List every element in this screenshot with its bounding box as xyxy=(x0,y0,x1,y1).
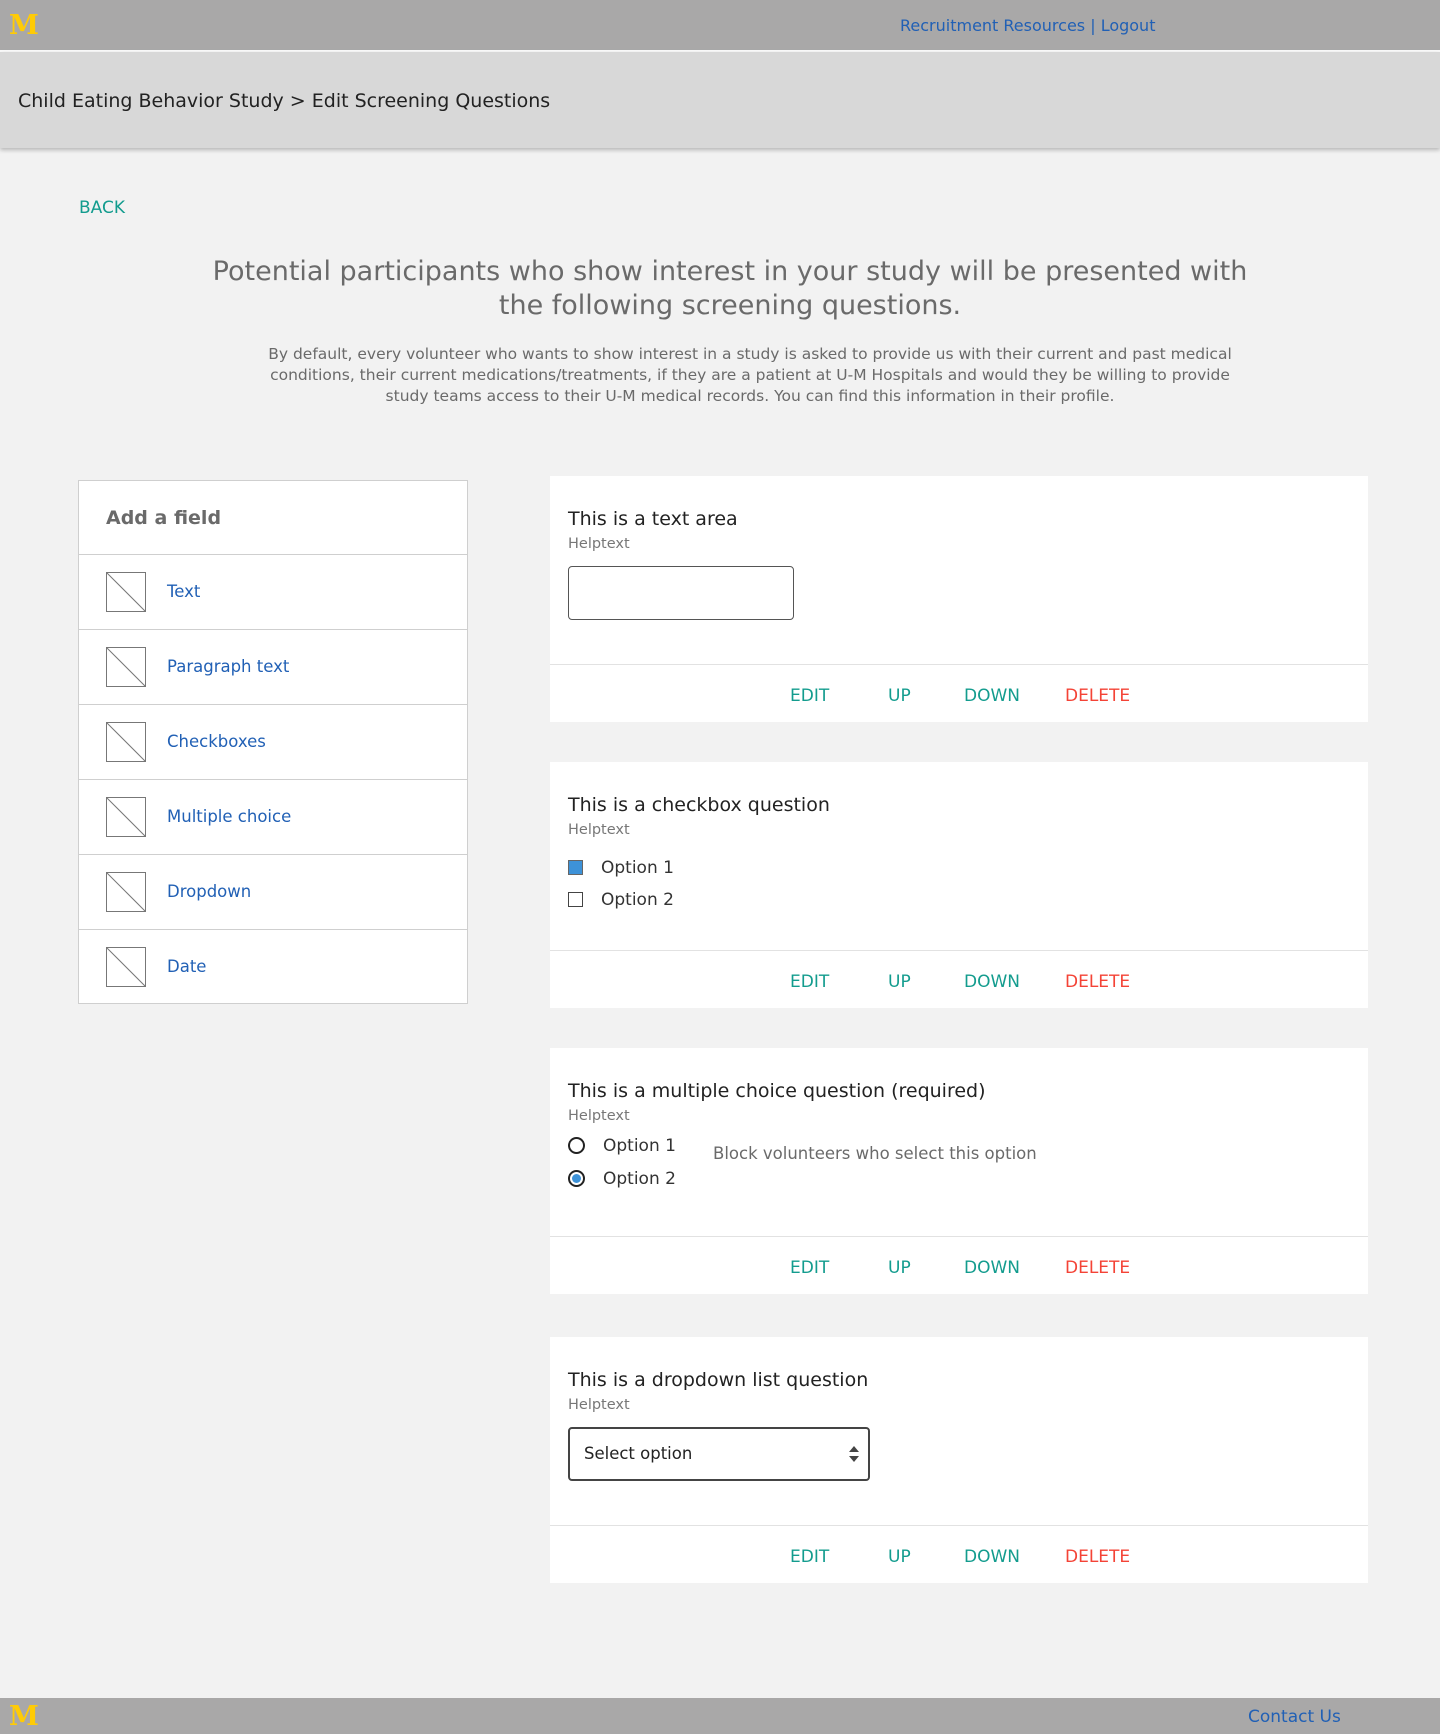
placeholder-image-icon xyxy=(106,647,146,687)
top-links: Recruitment Resources | Logout xyxy=(900,16,1155,35)
question-card-textarea: This is a text area Helptext EDIT UP DOW… xyxy=(550,476,1368,722)
radio-option-2[interactable]: Option 2 xyxy=(568,1169,676,1189)
select-value: Select option xyxy=(584,1444,693,1463)
delete-button[interactable]: DELETE xyxy=(1065,1258,1130,1278)
footer: M Contact Us xyxy=(0,1698,1440,1734)
block-volunteers-note: Block volunteers who select this option xyxy=(713,1144,1037,1163)
placeholder-image-icon xyxy=(106,947,146,987)
question-card-checkbox: This is a checkbox question Helptext Opt… xyxy=(550,762,1368,1008)
edit-button[interactable]: EDIT xyxy=(790,1258,829,1278)
question-helptext: Helptext xyxy=(568,536,630,552)
top-nav-bar: M Recruitment Resources | Logout xyxy=(0,0,1440,52)
move-down-button[interactable]: DOWN xyxy=(964,1258,1020,1278)
move-up-button[interactable]: UP xyxy=(888,1547,911,1567)
add-field-label: Paragraph text xyxy=(167,657,290,676)
link-separator: | xyxy=(1085,16,1101,35)
edit-button[interactable]: EDIT xyxy=(790,686,829,706)
radio-unselected[interactable] xyxy=(568,1137,585,1154)
question-card-dropdown: This is a dropdown list question Helptex… xyxy=(550,1337,1368,1583)
move-down-button[interactable]: DOWN xyxy=(964,972,1020,992)
add-field-dropdown[interactable]: Dropdown xyxy=(79,855,467,930)
delete-button[interactable]: DELETE xyxy=(1065,1547,1130,1567)
contact-us-link[interactable]: Contact Us xyxy=(1248,1707,1341,1727)
text-area-input[interactable] xyxy=(568,566,794,620)
logout-link[interactable]: Logout xyxy=(1101,16,1156,35)
option-label: Option 1 xyxy=(603,1136,676,1156)
add-field-label: Dropdown xyxy=(167,882,252,901)
add-field-label: Multiple choice xyxy=(167,807,292,826)
move-down-button[interactable]: DOWN xyxy=(964,1547,1020,1567)
question-helptext: Helptext xyxy=(568,1108,630,1124)
delete-button[interactable]: DELETE xyxy=(1065,972,1130,992)
add-field-date[interactable]: Date xyxy=(79,930,467,1005)
question-card-multiple-choice: This is a multiple choice question (requ… xyxy=(550,1048,1368,1294)
university-logo[interactable]: M xyxy=(9,12,39,39)
card-divider xyxy=(550,1236,1368,1237)
card-divider xyxy=(550,1525,1368,1526)
radio-option-1[interactable]: Option 1 xyxy=(568,1136,676,1156)
add-field-paragraph-text[interactable]: Paragraph text xyxy=(79,630,467,705)
footer-university-logo[interactable]: M xyxy=(9,1703,39,1730)
back-link[interactable]: BACK xyxy=(79,198,125,218)
checkbox-checked[interactable] xyxy=(568,860,583,875)
add-field-label: Date xyxy=(167,957,207,976)
move-up-button[interactable]: UP xyxy=(888,686,911,706)
page-description: By default, every volunteer who wants to… xyxy=(268,345,1232,405)
move-up-button[interactable]: UP xyxy=(888,1258,911,1278)
page-header: Child Eating Behavior Study > Edit Scree… xyxy=(0,52,1440,148)
checkbox-option-1[interactable]: Option 1 xyxy=(568,858,674,878)
checkbox-option-2[interactable]: Option 2 xyxy=(568,890,674,910)
delete-button[interactable]: DELETE xyxy=(1065,686,1130,706)
dropdown-select[interactable]: Select option xyxy=(568,1427,870,1481)
option-label: Option 1 xyxy=(601,858,674,878)
question-helptext: Helptext xyxy=(568,822,630,838)
card-divider xyxy=(550,950,1368,951)
add-field-label: Text xyxy=(167,582,201,601)
move-down-button[interactable]: DOWN xyxy=(964,686,1020,706)
question-title: This is a text area xyxy=(568,508,738,530)
question-helptext: Helptext xyxy=(568,1397,630,1413)
question-title: This is a checkbox question xyxy=(568,794,830,816)
edit-button[interactable]: EDIT xyxy=(790,1547,829,1567)
placeholder-image-icon xyxy=(106,572,146,612)
placeholder-image-icon xyxy=(106,722,146,762)
checkbox-unchecked[interactable] xyxy=(568,892,583,907)
placeholder-image-icon xyxy=(106,797,146,837)
add-field-label: Checkboxes xyxy=(167,732,266,751)
move-up-button[interactable]: UP xyxy=(888,972,911,992)
card-divider xyxy=(550,664,1368,665)
question-title: This is a multiple choice question (requ… xyxy=(568,1080,986,1102)
add-field-checkboxes[interactable]: Checkboxes xyxy=(79,705,467,780)
add-field-panel: Add a field Text Paragraph text Checkbox… xyxy=(78,480,468,1004)
question-title: This is a dropdown list question xyxy=(568,1369,869,1391)
radio-selected[interactable] xyxy=(568,1170,585,1187)
edit-button[interactable]: EDIT xyxy=(790,972,829,992)
add-field-text[interactable]: Text xyxy=(79,555,467,630)
page-headline: Potential participants who show interest… xyxy=(212,256,1248,321)
option-label: Option 2 xyxy=(601,890,674,910)
add-field-title: Add a field xyxy=(79,481,467,555)
option-label: Option 2 xyxy=(603,1169,676,1189)
select-arrows-icon xyxy=(849,1446,859,1462)
recruitment-resources-link[interactable]: Recruitment Resources xyxy=(900,16,1085,35)
placeholder-image-icon xyxy=(106,872,146,912)
add-field-multiple-choice[interactable]: Multiple choice xyxy=(79,780,467,855)
breadcrumb: Child Eating Behavior Study > Edit Scree… xyxy=(18,90,551,112)
